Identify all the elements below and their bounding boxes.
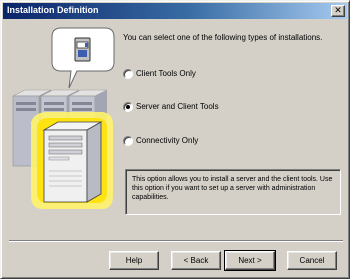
close-button[interactable]: ✕ — [331, 5, 345, 17]
close-icon: ✕ — [334, 6, 342, 16]
client-tools-only-radio[interactable] — [123, 69, 133, 79]
intro-text: You can select one of the following type… — [123, 33, 323, 42]
option-label: Connectivity Only — [136, 136, 199, 145]
help-button[interactable]: Help — [109, 251, 159, 270]
dialog-window: Installation Definition ✕ You can select… — [0, 0, 350, 279]
next-button[interactable]: Next > — [224, 250, 276, 271]
title-bar[interactable]: Installation Definition ✕ — [3, 3, 347, 19]
option-label: Client Tools Only — [136, 69, 196, 78]
button-separator — [9, 240, 343, 242]
window-title: Installation Definition — [7, 5, 99, 15]
option-description: This option allows you to install a serv… — [125, 169, 341, 215]
back-button[interactable]: < Back — [171, 251, 221, 270]
cancel-button[interactable]: Cancel — [287, 251, 337, 270]
option-label: Server and Client Tools — [136, 102, 219, 111]
servers-illustration-icon — [12, 27, 115, 209]
server-and-client-tools-radio[interactable] — [123, 102, 133, 112]
connectivity-only-radio[interactable] — [123, 136, 133, 146]
